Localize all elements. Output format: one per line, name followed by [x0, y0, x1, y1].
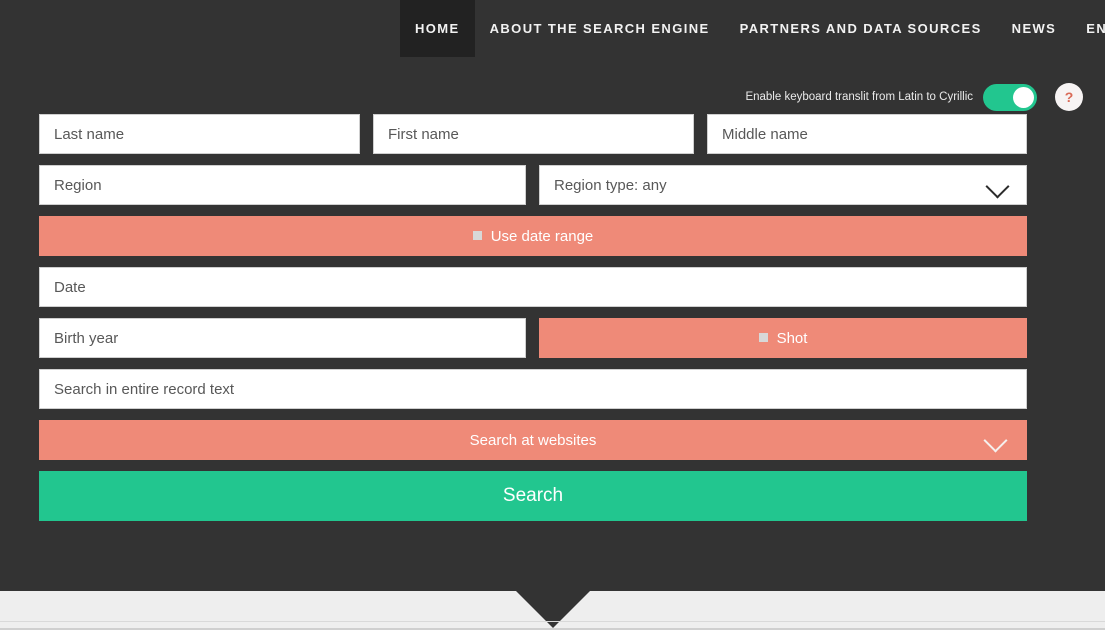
nav-item-label: HOME [415, 21, 460, 36]
search-button[interactable]: Search [39, 471, 1027, 521]
date-placeholder: Date [54, 278, 86, 296]
date-input[interactable]: Date [39, 267, 1027, 307]
shot-label: Shot [776, 329, 808, 347]
language-label: EN [1086, 21, 1105, 36]
checkbox-icon[interactable] [472, 230, 482, 240]
last-name-placeholder: Last name [54, 125, 125, 143]
region-type-select[interactable]: Region type: any [539, 165, 1027, 205]
record-text-row: Search in entire record text [39, 369, 1027, 409]
search-form: Last name First name Middle name Region … [39, 114, 1027, 521]
use-date-range-toggle[interactable]: Use date range [39, 216, 1027, 256]
nav-item-about-the-search-engine[interactable]: ABOUT THE SEARCH ENGINE [475, 0, 725, 57]
region-type-value: Region type: any [554, 176, 667, 194]
chevron-down-icon [986, 178, 1012, 192]
middle-name-input[interactable]: Middle name [707, 114, 1027, 154]
first-name-input[interactable]: First name [373, 114, 694, 154]
region-placeholder: Region [54, 176, 102, 194]
record-text-input[interactable]: Search in entire record text [39, 369, 1027, 409]
toggle-knob [1013, 86, 1034, 108]
divider [0, 621, 1105, 622]
last-name-input[interactable]: Last name [39, 114, 360, 154]
translit-toggle[interactable] [983, 83, 1037, 111]
nav-item-label: ABOUT THE SEARCH ENGINE [489, 21, 710, 36]
date-row: Date [39, 267, 1027, 307]
nav-item-home[interactable]: HOME [400, 0, 475, 57]
search-at-websites-accordion[interactable]: Search at websites [39, 420, 1027, 460]
help-button[interactable]: ? [1055, 83, 1083, 111]
name-row: Last name First name Middle name [39, 114, 1027, 154]
nav-item-partners-and-data-sources[interactable]: PARTNERS AND DATA SOURCES [725, 0, 997, 57]
translit-label: Enable keyboard translit from Latin to C… [745, 91, 973, 103]
translit-row: Enable keyboard translit from Latin to C… [0, 80, 1105, 114]
shot-toggle[interactable]: Shot [539, 318, 1027, 358]
search-at-websites-label: Search at websites [469, 431, 597, 449]
nav-item-label: NEWS [1011, 21, 1057, 36]
birth-year-input[interactable]: Birth year [39, 318, 526, 358]
question-mark-icon: ? [1064, 89, 1074, 105]
record-text-placeholder: Search in entire record text [54, 380, 235, 398]
section-divider-arrow-icon [515, 591, 590, 628]
nav-item-news[interactable]: NEWS [997, 0, 1072, 57]
checkbox-icon[interactable] [758, 332, 768, 342]
chevron-down-icon [984, 432, 1010, 446]
main-navigation: HOME ABOUT THE SEARCH ENGINE PARTNERS AN… [0, 0, 1105, 57]
birth-year-placeholder: Birth year [54, 329, 119, 347]
search-at-websites-row: Search at websites [39, 420, 1027, 460]
search-button-row: Search [39, 471, 1027, 521]
bottom-section [0, 591, 1105, 630]
region-row: Region Region type: any [39, 165, 1027, 205]
region-input[interactable]: Region [39, 165, 526, 205]
search-button-label: Search [502, 485, 564, 506]
language-selector[interactable]: EN [1071, 0, 1105, 57]
page-root: HOME ABOUT THE SEARCH ENGINE PARTNERS AN… [0, 0, 1105, 630]
birth-year-shot-row: Birth year Shot [39, 318, 1027, 358]
nav-item-label: PARTNERS AND DATA SOURCES [739, 21, 982, 36]
first-name-placeholder: First name [388, 125, 459, 143]
middle-name-placeholder: Middle name [722, 125, 808, 143]
use-date-range-label: Use date range [490, 227, 594, 245]
date-range-row: Use date range [39, 216, 1027, 256]
